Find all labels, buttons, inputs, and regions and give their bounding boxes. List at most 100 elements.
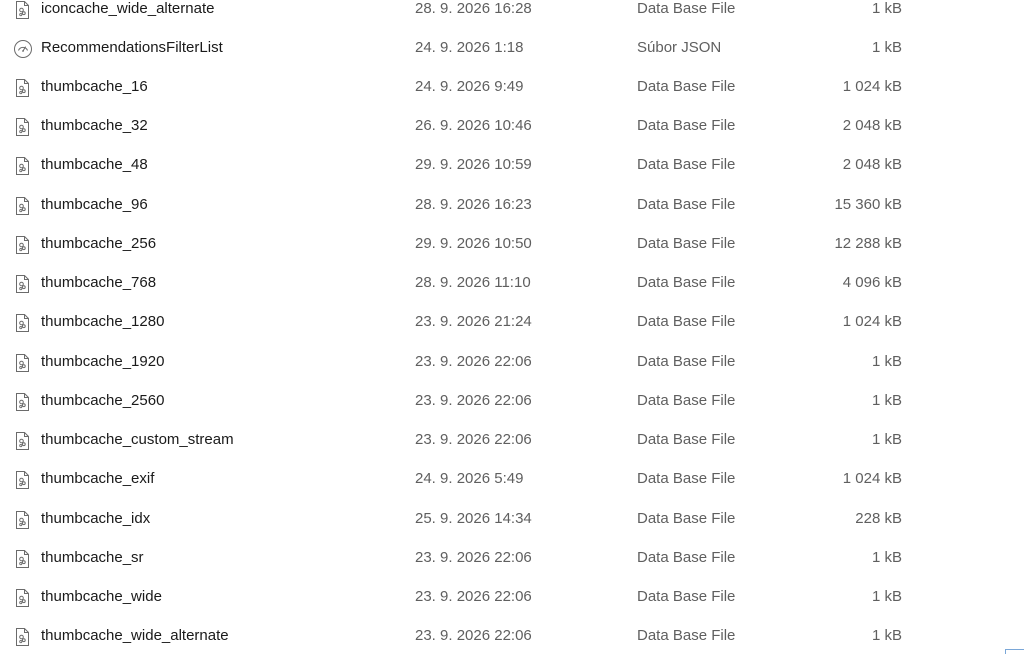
file-modified: 29. 9. 2026 10:50 <box>415 235 532 252</box>
file-size: 2 048 kB <box>842 156 902 173</box>
file-list: iconcache_wide_alternate 28. 9. 2026 16:… <box>0 0 1024 660</box>
file-row[interactable]: thumbcache_48 29. 9. 2026 10:59 Data Bas… <box>0 146 1000 185</box>
file-row[interactable]: thumbcache_32 26. 9. 2026 10:46 Data Bas… <box>0 107 1000 146</box>
file-type: Data Base File <box>637 274 736 291</box>
database-file-icon <box>13 196 33 216</box>
file-modified: 25. 9. 2026 14:34 <box>415 510 532 527</box>
file-type: Data Base File <box>637 196 736 213</box>
file-name: thumbcache_96 <box>41 196 148 213</box>
file-size: 2 048 kB <box>842 117 902 134</box>
file-type: Data Base File <box>637 510 736 527</box>
file-modified: 24. 9. 2026 5:49 <box>415 470 524 487</box>
database-file-icon <box>13 627 33 647</box>
file-modified: 29. 9. 2026 10:59 <box>415 156 532 173</box>
file-name: thumbcache_16 <box>41 78 148 95</box>
file-size: 1 kB <box>871 392 902 409</box>
file-name: thumbcache_768 <box>41 274 157 291</box>
database-file-icon <box>13 353 33 373</box>
file-modified: 28. 9. 2026 16:28 <box>415 0 532 17</box>
file-type: Data Base File <box>637 549 736 566</box>
file-name: thumbcache_idx <box>41 510 151 527</box>
file-size: 1 kB <box>871 0 902 17</box>
file-modified: 23. 9. 2026 22:06 <box>415 627 532 644</box>
file-row[interactable]: thumbcache_1920 23. 9. 2026 22:06 Data B… <box>0 343 1000 382</box>
file-size: 15 360 kB <box>834 196 902 213</box>
file-type: Data Base File <box>637 156 736 173</box>
file-row[interactable]: thumbcache_exif 24. 9. 2026 5:49 Data Ba… <box>0 460 1000 499</box>
file-name: iconcache_wide_alternate <box>41 0 215 17</box>
file-type: Data Base File <box>637 470 736 487</box>
file-modified: 23. 9. 2026 22:06 <box>415 431 532 448</box>
database-file-icon <box>13 156 33 176</box>
file-type: Data Base File <box>637 392 736 409</box>
file-type: Data Base File <box>637 0 736 17</box>
file-modified: 24. 9. 2026 9:49 <box>415 78 524 95</box>
database-file-icon <box>13 0 33 20</box>
file-size: 1 kB <box>871 627 902 644</box>
file-size: 228 kB <box>855 510 902 527</box>
file-modified: 26. 9. 2026 10:46 <box>415 117 532 134</box>
file-size: 1 kB <box>871 549 902 566</box>
database-file-icon <box>13 78 33 98</box>
database-file-icon <box>13 235 33 255</box>
file-type: Data Base File <box>637 235 736 252</box>
database-file-icon <box>13 274 33 294</box>
file-type: Data Base File <box>637 588 736 605</box>
database-file-icon <box>13 117 33 137</box>
file-size: 1 024 kB <box>842 313 902 330</box>
file-row[interactable]: thumbcache_96 28. 9. 2026 16:23 Data Bas… <box>0 186 1000 225</box>
file-size: 4 096 kB <box>842 274 902 291</box>
file-type: Súbor JSON <box>637 39 722 56</box>
file-row[interactable]: thumbcache_wide_alternate 23. 9. 2026 22… <box>0 617 1000 656</box>
file-name: thumbcache_256 <box>41 235 157 252</box>
file-row[interactable]: thumbcache_sr 23. 9. 2026 22:06 Data Bas… <box>0 539 1000 578</box>
file-type: Data Base File <box>637 431 736 448</box>
file-name: thumbcache_2560 <box>41 392 165 409</box>
file-modified: 28. 9. 2026 11:10 <box>415 274 531 291</box>
file-modified: 23. 9. 2026 21:24 <box>415 313 532 330</box>
file-row[interactable]: thumbcache_256 29. 9. 2026 10:50 Data Ba… <box>0 225 1000 264</box>
file-row[interactable]: RecommendationsFilterList 24. 9. 2026 1:… <box>0 29 1000 68</box>
file-name: thumbcache_48 <box>41 156 148 173</box>
database-file-icon <box>13 313 33 333</box>
file-size: 1 kB <box>871 431 902 448</box>
file-name: RecommendationsFilterList <box>41 39 223 56</box>
file-type: Data Base File <box>637 627 736 644</box>
file-type: Data Base File <box>637 353 736 370</box>
file-size: 1 kB <box>871 353 902 370</box>
resize-corner <box>1005 649 1024 654</box>
file-modified: 23. 9. 2026 22:06 <box>415 549 532 566</box>
database-file-icon <box>13 549 33 569</box>
file-size: 1 024 kB <box>842 78 902 95</box>
file-row[interactable]: thumbcache_wide 23. 9. 2026 22:06 Data B… <box>0 578 1000 617</box>
file-size: 1 024 kB <box>842 470 902 487</box>
file-size: 1 kB <box>871 588 902 605</box>
file-name: thumbcache_32 <box>41 117 148 134</box>
file-modified: 24. 9. 2026 1:18 <box>415 39 524 56</box>
file-row[interactable]: thumbcache_1280 23. 9. 2026 21:24 Data B… <box>0 303 1000 342</box>
file-name: thumbcache_custom_stream <box>41 431 234 448</box>
file-modified: 23. 9. 2026 22:06 <box>415 588 532 605</box>
file-modified: 28. 9. 2026 16:23 <box>415 196 532 213</box>
file-name: thumbcache_1280 <box>41 313 165 330</box>
file-size: 1 kB <box>871 39 902 56</box>
file-row[interactable]: thumbcache_768 28. 9. 2026 11:10 Data Ba… <box>0 264 1000 303</box>
file-name: thumbcache_sr <box>41 549 144 566</box>
database-file-icon <box>13 392 33 412</box>
file-row[interactable]: iconcache_wide_alternate 28. 9. 2026 16:… <box>0 0 1000 29</box>
file-name: thumbcache_exif <box>41 470 155 487</box>
file-row[interactable]: thumbcache_idx 25. 9. 2026 14:34 Data Ba… <box>0 500 1000 539</box>
file-name: thumbcache_1920 <box>41 353 165 370</box>
file-row[interactable]: thumbcache_custom_stream 23. 9. 2026 22:… <box>0 421 1000 460</box>
file-type: Data Base File <box>637 78 736 95</box>
file-name: thumbcache_wide <box>41 588 162 605</box>
file-row[interactable]: thumbcache_2560 23. 9. 2026 22:06 Data B… <box>0 382 1000 421</box>
file-row[interactable]: thumbcache_16 24. 9. 2026 9:49 Data Base… <box>0 68 1000 107</box>
database-file-icon <box>13 470 33 490</box>
file-modified: 23. 9. 2026 22:06 <box>415 392 532 409</box>
file-name: thumbcache_wide_alternate <box>41 627 229 644</box>
database-file-icon <box>13 431 33 451</box>
json-file-icon <box>13 39 33 59</box>
file-modified: 23. 9. 2026 22:06 <box>415 353 532 370</box>
database-file-icon <box>13 510 33 530</box>
